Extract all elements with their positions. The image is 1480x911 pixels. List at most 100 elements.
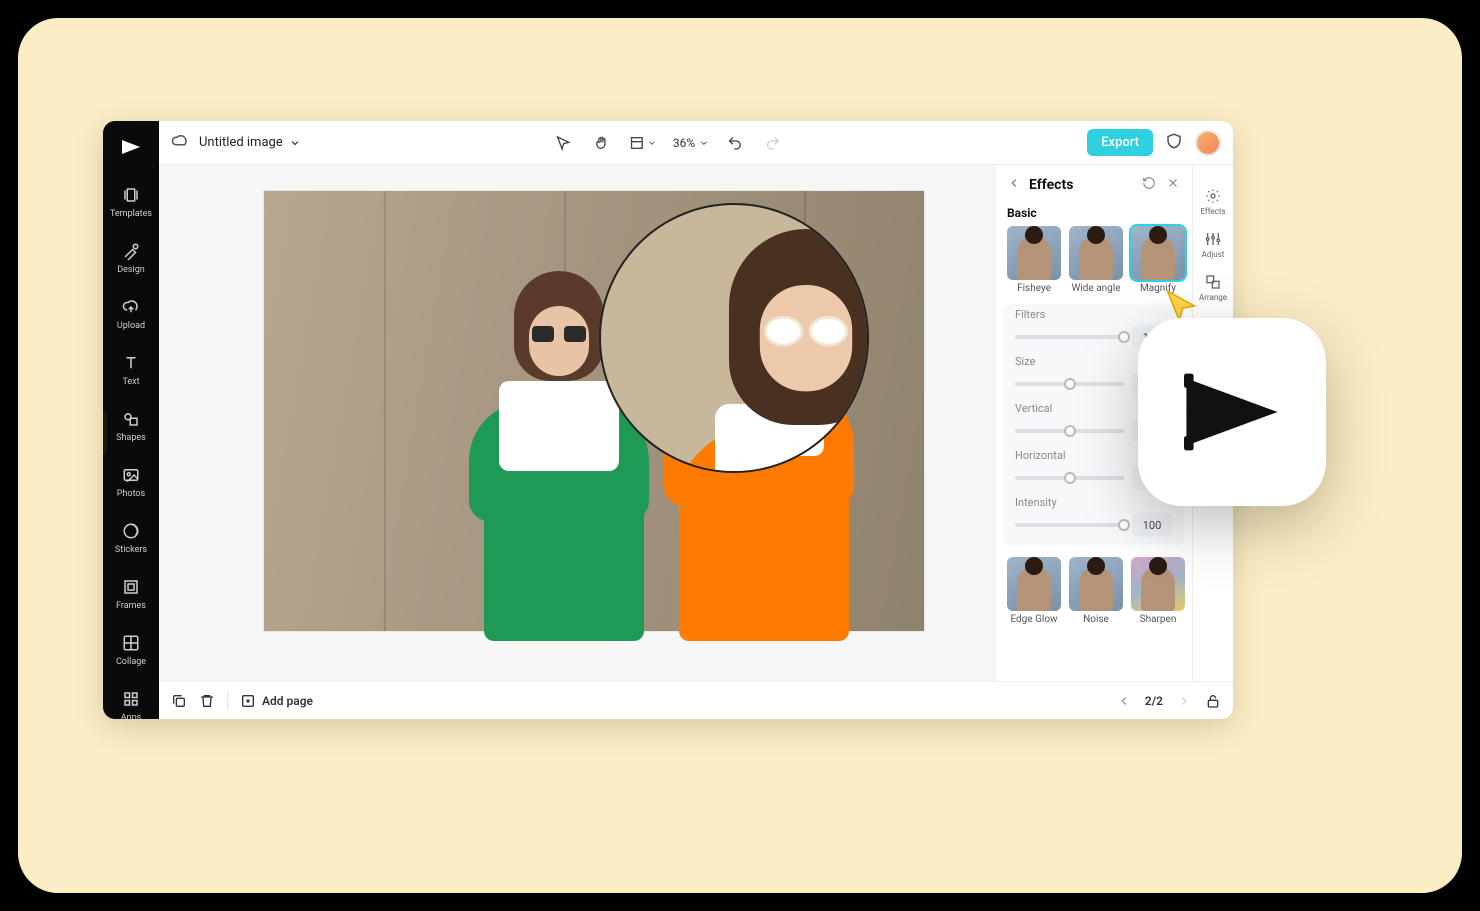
canvas-image[interactable] bbox=[264, 191, 924, 631]
brand-logo[interactable] bbox=[119, 131, 143, 169]
collage-icon bbox=[121, 633, 141, 653]
sidebar-expand-handle[interactable] bbox=[103, 411, 107, 455]
rail-item-adjust[interactable]: Adjust bbox=[1202, 230, 1225, 259]
slider-track[interactable] bbox=[1015, 429, 1124, 433]
sidebar-item-frames[interactable]: Frames bbox=[103, 571, 159, 617]
slider-value[interactable]: 100 bbox=[1132, 513, 1172, 537]
canvas-row: Effects Basic Fisheye Wide angle bbox=[159, 165, 1233, 681]
sidebar-item-label: Frames bbox=[116, 601, 146, 611]
prev-page-button[interactable] bbox=[1113, 690, 1135, 712]
sidebar-item-label: Apps bbox=[121, 713, 142, 719]
magnify-effect-overlay[interactable] bbox=[599, 203, 869, 473]
user-avatar[interactable] bbox=[1195, 130, 1221, 156]
add-page-label: Add page bbox=[262, 694, 313, 708]
zoom-dropdown[interactable]: 36% bbox=[673, 136, 709, 150]
sidebar-item-templates[interactable]: Templates bbox=[103, 179, 159, 225]
sidebar-item-apps[interactable]: Apps bbox=[103, 683, 159, 719]
adjust-icon bbox=[1204, 230, 1222, 248]
artboard-tool-button[interactable] bbox=[627, 131, 659, 155]
document-title-button[interactable]: Untitled image bbox=[199, 135, 301, 150]
slider-track[interactable] bbox=[1015, 476, 1124, 480]
effect-thumb-edge-glow[interactable]: Edge Glow bbox=[1007, 557, 1061, 625]
effect-thumb-magnify[interactable]: Magnify bbox=[1131, 226, 1185, 294]
effect-thumb-sharpen[interactable]: Sharpen bbox=[1131, 557, 1185, 625]
effect-thumb-noise[interactable]: Noise bbox=[1069, 557, 1123, 625]
effects-panel-header: Effects bbox=[995, 165, 1192, 204]
add-page-button[interactable]: Add page bbox=[240, 693, 313, 709]
photos-icon bbox=[121, 465, 141, 485]
slider-label: Filters bbox=[1015, 308, 1172, 321]
hand-tool-button[interactable] bbox=[589, 131, 613, 155]
export-button[interactable]: Export bbox=[1087, 129, 1153, 156]
shapes-icon bbox=[121, 409, 141, 429]
slider-track[interactable] bbox=[1015, 335, 1124, 339]
frames-icon bbox=[121, 577, 141, 597]
separator bbox=[227, 692, 228, 710]
sidebar-item-upload[interactable]: Upload bbox=[103, 291, 159, 337]
canvas-area[interactable] bbox=[159, 165, 994, 681]
select-tool-button[interactable] bbox=[551, 131, 575, 155]
rail-item-arrange[interactable]: Arrange bbox=[1199, 273, 1227, 302]
stickers-icon bbox=[121, 521, 141, 541]
back-icon[interactable] bbox=[1005, 173, 1023, 196]
cloud-save-icon[interactable] bbox=[171, 132, 189, 154]
sidebar-item-text[interactable]: Text bbox=[103, 347, 159, 393]
sidebar-item-collage[interactable]: Collage bbox=[103, 627, 159, 673]
more-effects-row: Edge Glow Noise Sharpen bbox=[995, 551, 1192, 629]
chevron-down-icon bbox=[289, 137, 301, 149]
delete-page-button[interactable] bbox=[199, 693, 215, 709]
app-window: Templates Design Upload Text Shapes Phot… bbox=[103, 121, 1233, 719]
capcut-logo-badge bbox=[1138, 318, 1326, 506]
thumb-label: Fisheye bbox=[1017, 283, 1051, 294]
sidebar-item-label: Stickers bbox=[115, 545, 147, 555]
effect-thumb-wide-angle[interactable]: Wide angle bbox=[1069, 226, 1123, 294]
slider-track[interactable] bbox=[1015, 523, 1124, 527]
thumb-label: Sharpen bbox=[1140, 614, 1177, 625]
arrange-icon bbox=[1204, 273, 1222, 291]
sidebar-item-design[interactable]: Design bbox=[103, 235, 159, 281]
sidebar-item-label: Upload bbox=[117, 321, 145, 331]
sidebar-item-label: Templates bbox=[110, 209, 152, 219]
slider-intensity: Intensity 100 bbox=[1015, 496, 1172, 537]
sidebar-item-label: Design bbox=[117, 265, 145, 275]
sidebar-item-label: Photos bbox=[117, 489, 145, 499]
sidebar-item-photos[interactable]: Photos bbox=[103, 459, 159, 505]
templates-icon bbox=[121, 185, 141, 205]
slider-label: Intensity bbox=[1015, 496, 1172, 509]
thumb-label: Wide angle bbox=[1071, 283, 1120, 294]
rail-label: Arrange bbox=[1199, 293, 1227, 302]
undo-button[interactable] bbox=[723, 131, 747, 155]
reset-icon[interactable] bbox=[1140, 173, 1158, 196]
next-page-button[interactable] bbox=[1173, 690, 1195, 712]
left-sidebar: Templates Design Upload Text Shapes Phot… bbox=[103, 121, 159, 719]
capcut-logo-icon bbox=[1172, 352, 1292, 472]
slider-track[interactable] bbox=[1015, 382, 1124, 386]
close-icon[interactable] bbox=[1164, 173, 1182, 196]
sidebar-item-label: Collage bbox=[116, 657, 146, 667]
sidebar-item-shapes[interactable]: Shapes bbox=[103, 403, 159, 449]
sidebar-item-label: Text bbox=[122, 377, 139, 387]
main-column: Untitled image 36% Export bbox=[159, 121, 1233, 719]
thumb-label: Edge Glow bbox=[1010, 614, 1057, 625]
chevron-down-icon bbox=[699, 138, 709, 148]
rail-item-effects[interactable]: Effects bbox=[1200, 187, 1225, 216]
privacy-icon[interactable] bbox=[1165, 132, 1183, 154]
top-center-tools: 36% bbox=[551, 131, 785, 155]
top-left-group: Untitled image bbox=[171, 132, 301, 154]
upload-icon bbox=[121, 297, 141, 317]
effects-icon bbox=[1204, 187, 1222, 205]
apps-icon bbox=[121, 689, 141, 709]
basic-section-label: Basic bbox=[995, 204, 1192, 226]
page-indicator: 2/2 bbox=[1145, 694, 1163, 708]
bottom-right-group: 2/2 bbox=[1113, 690, 1221, 712]
thumb-label: Noise bbox=[1083, 614, 1109, 625]
sidebar-item-stickers[interactable]: Stickers bbox=[103, 515, 159, 561]
lock-button[interactable] bbox=[1205, 693, 1221, 709]
document-title: Untitled image bbox=[199, 135, 283, 150]
effect-thumb-fisheye[interactable]: Fisheye bbox=[1007, 226, 1061, 294]
redo-button[interactable] bbox=[761, 131, 785, 155]
sidebar-item-label: Shapes bbox=[116, 433, 146, 443]
effects-panel-title: Effects bbox=[1029, 177, 1134, 193]
duplicate-page-button[interactable] bbox=[171, 693, 187, 709]
top-right-group: Export bbox=[1087, 129, 1221, 156]
